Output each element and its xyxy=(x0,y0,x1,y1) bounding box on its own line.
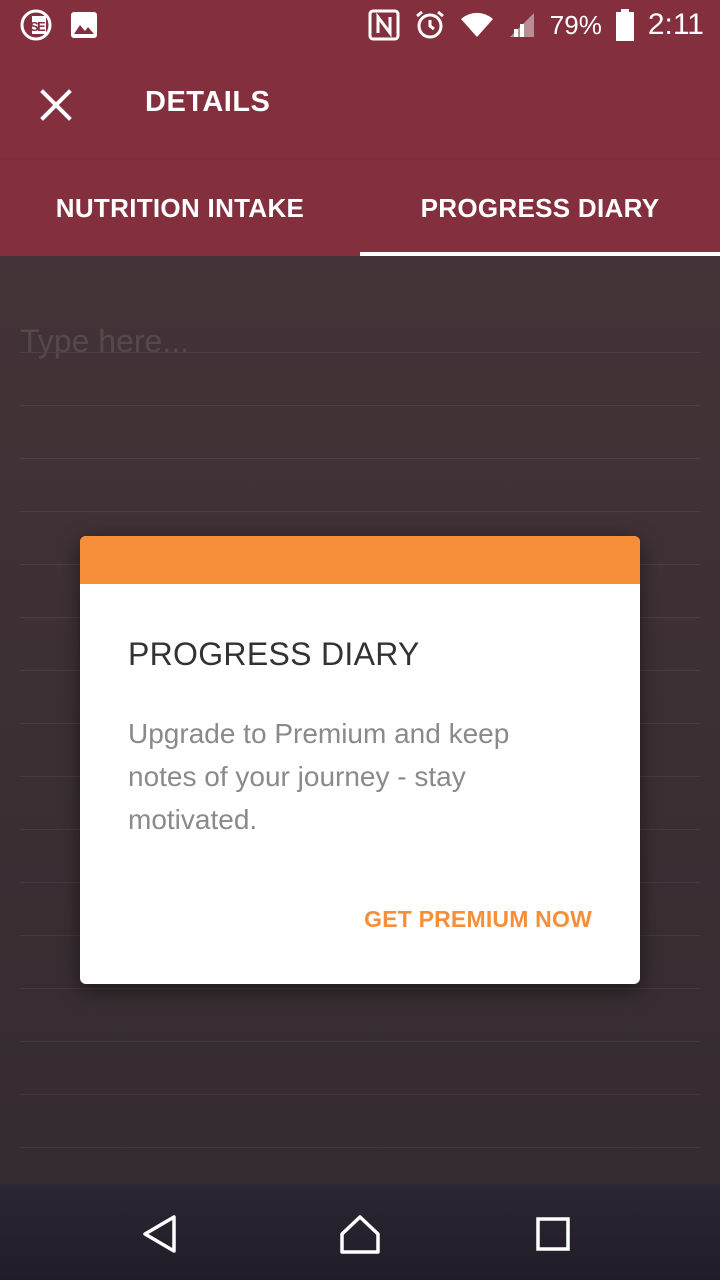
dialog-message: Upgrade to Premium and keep notes of you… xyxy=(128,718,510,835)
close-icon xyxy=(28,77,84,133)
status-bar: S E 79% 2:11 xyxy=(0,0,720,50)
alarm-icon xyxy=(414,9,446,41)
nav-back-button[interactable] xyxy=(138,1212,182,1256)
tab-progress-diary[interactable]: PROGRESS DIARY xyxy=(360,160,720,256)
status-time: 2:11 xyxy=(647,8,704,41)
wifi-icon xyxy=(460,11,494,39)
close-button[interactable] xyxy=(28,77,84,133)
svg-text:E: E xyxy=(37,19,46,34)
dialog-title: PROGRESS DIARY xyxy=(128,636,420,672)
tab-label: PROGRESS DIARY xyxy=(420,192,660,223)
nfc-icon xyxy=(368,9,400,41)
dialog-header-bar xyxy=(80,536,640,584)
home-icon xyxy=(338,1212,382,1256)
carrier-app-icon: S E xyxy=(20,9,52,41)
battery-percent: 79% xyxy=(549,9,602,40)
nav-home-button[interactable] xyxy=(338,1212,382,1256)
back-icon xyxy=(138,1212,182,1256)
page-title: DETAILS xyxy=(145,86,271,118)
image-notification-icon xyxy=(70,11,98,39)
nav-recents-button[interactable] xyxy=(531,1212,575,1256)
cellular-signal-icon xyxy=(508,11,536,39)
premium-dialog: PROGRESS DIARY Upgrade to Premium and ke… xyxy=(80,536,640,984)
app-bar: DETAILS xyxy=(0,50,720,160)
tab-nutrition-intake[interactable]: NUTRITION INTAKE xyxy=(0,160,360,256)
battery-icon xyxy=(615,9,634,41)
recents-icon xyxy=(531,1212,575,1256)
get-premium-button[interactable]: GET PREMIUM NOW xyxy=(364,906,592,933)
tab-bar: NUTRITION INTAKE PROGRESS DIARY xyxy=(0,160,720,256)
tab-label: NUTRITION INTAKE xyxy=(55,192,305,223)
system-nav-bar xyxy=(0,1184,720,1280)
